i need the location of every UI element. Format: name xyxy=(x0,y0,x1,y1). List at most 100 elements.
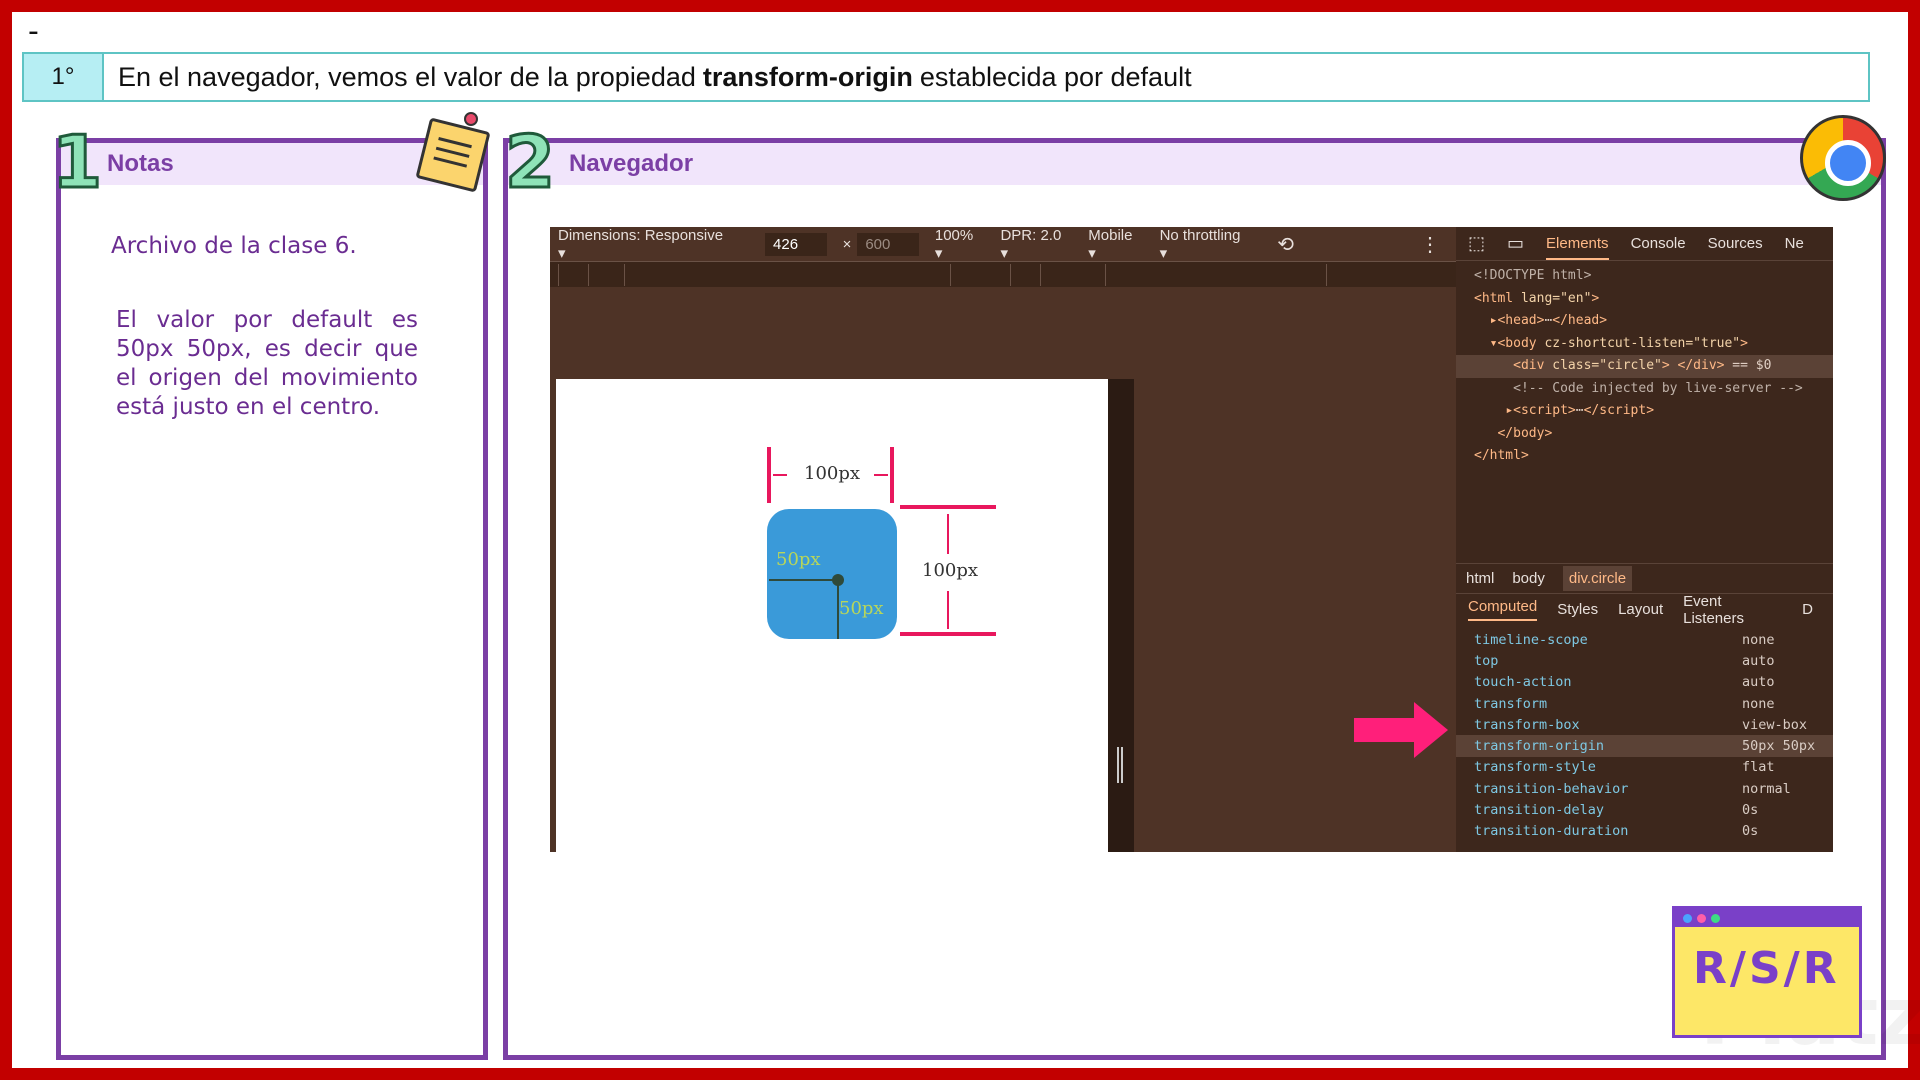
breadcrumb: html body div.circle xyxy=(1456,563,1833,593)
width-dim-right-arrow xyxy=(874,474,888,476)
origin-x-label: 50px xyxy=(776,549,821,570)
logo-text: R/S/R xyxy=(1693,943,1840,994)
dimensions-select[interactable]: Dimensions: Responsive ▾ xyxy=(558,227,733,262)
computed-row[interactable]: transform none xyxy=(1456,693,1833,714)
height-dim-bottom-tick xyxy=(900,632,996,636)
prop-value: none xyxy=(1742,695,1775,712)
page-viewport: 100px 50px 50px 100px xyxy=(556,379,1108,852)
notes-number: 1 xyxy=(50,119,103,206)
prop-name: transform-origin xyxy=(1474,738,1605,755)
styles-subtabs: Computed Styles Layout Event Listeners D xyxy=(1456,593,1833,627)
computed-row[interactable]: transition-delay 0s xyxy=(1456,799,1833,820)
computed-row[interactable]: top auto xyxy=(1456,650,1833,671)
browser-number: 2 xyxy=(503,119,556,206)
crumb-div-circle[interactable]: div.circle xyxy=(1562,566,1633,591)
notes-panel: Notas xyxy=(56,138,488,1060)
mode-select[interactable]: Mobile ▾ xyxy=(1088,227,1143,262)
browser-title: Navegador xyxy=(569,150,694,177)
media-query-ruler[interactable] xyxy=(550,261,1456,287)
step-text-bold: transform-origin xyxy=(702,61,913,92)
width-input[interactable]: 426 xyxy=(765,232,827,256)
rsr-logo: R/S/R xyxy=(1672,906,1862,1038)
zoom-select[interactable]: 100% ▾ xyxy=(935,227,985,262)
prop-value: view-box xyxy=(1742,716,1808,733)
step-number: 1° xyxy=(24,54,104,100)
prop-value: auto xyxy=(1742,674,1775,691)
more-options-icon[interactable]: ⋮ xyxy=(1420,232,1440,257)
width-label: 100px xyxy=(804,463,861,484)
notes-title: Notas xyxy=(107,150,174,177)
device-toolbar: Dimensions: Responsive ▾ 426 × 600 100% … xyxy=(550,227,1456,262)
height-dim-bottom-arrow xyxy=(947,591,949,629)
tab-elements[interactable]: Elements xyxy=(1546,235,1609,260)
prop-value: 0s xyxy=(1742,802,1759,819)
rotate-icon[interactable]: ⟲ xyxy=(1277,232,1294,257)
height-label: 100px xyxy=(922,560,979,581)
prop-value: 50px 50px xyxy=(1742,738,1816,755)
crumb-html[interactable]: html xyxy=(1466,570,1494,587)
computed-row[interactable]: transition-duration 0s xyxy=(1456,821,1833,842)
prop-name: transform xyxy=(1474,695,1548,712)
computed-row-transform-origin[interactable]: transform-origin 50px 50px xyxy=(1456,735,1833,757)
computed-row[interactable]: transform-box view-box xyxy=(1456,714,1833,735)
tab-layout[interactable]: Layout xyxy=(1618,601,1663,618)
height-dim-top-arrow xyxy=(947,514,949,554)
pin-icon xyxy=(464,112,478,126)
inspect-element-icon[interactable]: ⬚ xyxy=(1468,233,1485,254)
throttling-select[interactable]: No throttling ▾ xyxy=(1160,227,1252,262)
resize-handle[interactable] xyxy=(1117,747,1123,783)
computed-row[interactable]: timeline-scope none xyxy=(1456,629,1833,650)
times-sign: × xyxy=(842,235,852,253)
dpr-select[interactable]: DPR: 2.0 ▾ xyxy=(1000,227,1072,262)
notes-paragraph-2: El valor por default es 50px 50px, es de… xyxy=(116,307,418,420)
prop-value: normal xyxy=(1742,780,1791,797)
prop-value: flat xyxy=(1742,759,1775,776)
step-text-after: establecida por default xyxy=(919,61,1192,92)
tab-console[interactable]: Console xyxy=(1631,235,1686,252)
computed-row[interactable]: touch-action auto xyxy=(1456,672,1833,693)
devtools-panel: ⬚ ▭ Elements Console Sources Ne <!DOCTYP… xyxy=(1456,227,1833,852)
devtools-tabs: ⬚ ▭ Elements Console Sources Ne xyxy=(1456,227,1833,261)
circle-div xyxy=(767,509,897,639)
tab-dom-breakpoints[interactable]: D xyxy=(1802,601,1813,618)
step-bar: 1° En el navegador, vemos el valor de la… xyxy=(22,52,1870,102)
browser-header: Navegador xyxy=(508,143,1881,185)
slide-dash: - xyxy=(28,14,39,49)
tab-network[interactable]: Ne xyxy=(1785,235,1804,252)
pointer-arrow-icon xyxy=(1354,702,1448,758)
prop-value: none xyxy=(1742,631,1775,648)
origin-y-label: 50px xyxy=(839,598,884,619)
tab-event-listeners[interactable]: Event Listeners xyxy=(1683,593,1782,627)
computed-properties: timeline-scope none top auto touch-action a… xyxy=(1456,629,1833,842)
tab-sources[interactable]: Sources xyxy=(1708,235,1763,252)
height-dim-top-tick xyxy=(900,505,996,509)
logo-window-bar xyxy=(1675,909,1859,927)
device-toggle-icon[interactable]: ▭ xyxy=(1507,233,1524,254)
computed-row[interactable]: transform-style flat xyxy=(1456,757,1833,778)
width-dim-left-tick xyxy=(767,447,771,503)
chrome-logo-icon xyxy=(1800,115,1886,201)
prop-name: transform-box xyxy=(1474,716,1580,733)
tab-styles[interactable]: Styles xyxy=(1557,601,1598,618)
prop-name: top xyxy=(1474,652,1499,669)
prop-name: touch-action xyxy=(1474,674,1572,691)
prop-name: transition-duration xyxy=(1474,823,1629,840)
dom-tree[interactable]: <!DOCTYPE html> <html lang="en"> ▸<head>… xyxy=(1456,261,1833,468)
prop-name: transition-behavior xyxy=(1474,780,1629,797)
width-dim-left-arrow xyxy=(773,474,787,476)
computed-row[interactable]: transition-behavior normal xyxy=(1456,778,1833,799)
crumb-body[interactable]: body xyxy=(1512,570,1545,587)
step-text: En el navegador, vemos el valor de la pr… xyxy=(104,54,1868,100)
prop-value: auto xyxy=(1742,652,1775,669)
step-text-before: En el navegador, vemos el valor de la pr… xyxy=(118,61,696,92)
origin-x-line xyxy=(769,579,839,581)
height-input[interactable]: 600 xyxy=(857,232,919,256)
width-dim-right-tick xyxy=(890,447,894,503)
prop-name: transform-style xyxy=(1474,759,1596,776)
tab-computed[interactable]: Computed xyxy=(1468,598,1538,621)
prop-name: transition-delay xyxy=(1474,802,1605,819)
prop-value: 0s xyxy=(1742,823,1759,840)
browser-screenshot: Dimensions: Responsive ▾ 426 × 600 100% … xyxy=(550,227,1833,852)
notes-paragraph-1: Archivo de la clase 6. xyxy=(111,233,357,259)
prop-name: timeline-scope xyxy=(1474,631,1588,648)
